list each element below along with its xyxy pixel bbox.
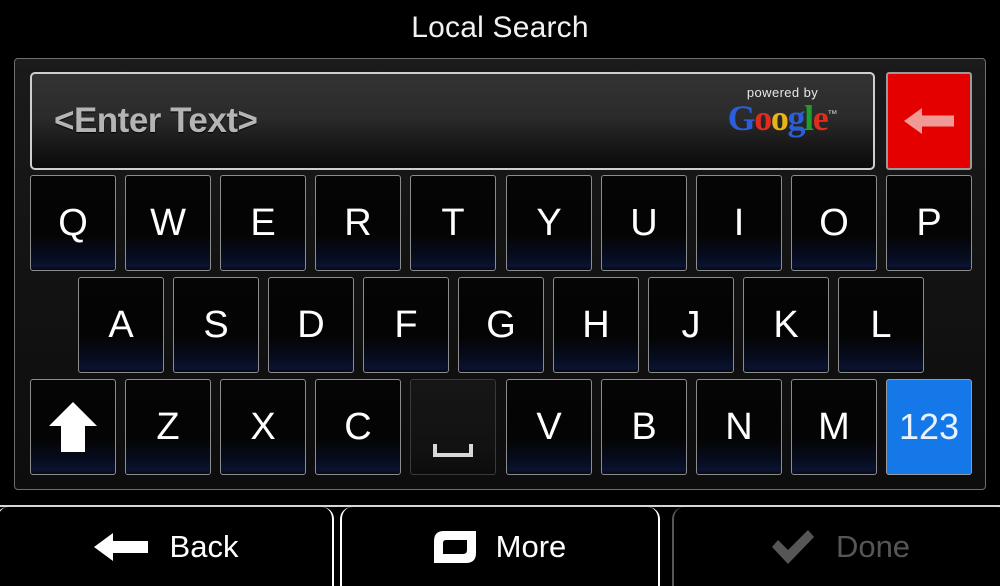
key-label: E — [250, 202, 276, 244]
spacebar-underscore-icon — [433, 444, 473, 457]
key-t[interactable]: T — [410, 175, 496, 271]
shift-up-arrow-icon — [49, 402, 97, 452]
backspace-key[interactable] — [886, 72, 972, 170]
google-brand: powered by Google™ — [720, 86, 845, 136]
search-input-value: <Enter Text> — [54, 101, 258, 140]
checkmark-icon — [770, 529, 816, 565]
back-button[interactable]: Back — [0, 507, 334, 586]
key-x[interactable]: X — [220, 379, 306, 475]
search-input[interactable]: <Enter Text> powered by Google™ — [30, 72, 875, 170]
keyboard-row-1: QWERTYUIOP — [30, 175, 972, 271]
page-title: Local Search — [411, 11, 589, 44]
numeric-mode-key-label: 123 — [898, 406, 960, 447]
google-logo-letter-g1: G — [727, 98, 756, 138]
key-label: W — [150, 202, 186, 244]
key-label: O — [819, 202, 849, 244]
back-arrow-icon — [92, 530, 150, 564]
more-button-label: More — [495, 529, 567, 564]
key-label: Y — [536, 202, 562, 244]
key-u[interactable]: U — [601, 175, 687, 271]
key-w[interactable]: W — [125, 175, 211, 271]
done-button[interactable]: Done — [672, 507, 1000, 586]
google-logo-letter-o1: o — [754, 98, 772, 138]
key-label: H — [582, 304, 610, 346]
key-o[interactable]: O — [791, 175, 877, 271]
key-label: Z — [156, 406, 180, 448]
key-b[interactable]: B — [601, 379, 687, 475]
key-label: T — [441, 202, 465, 244]
keyboard-row-3: Z X C V B N M 123 — [30, 379, 972, 475]
more-options-icon — [433, 530, 476, 563]
key-label: B — [631, 406, 657, 448]
key-label: X — [250, 406, 276, 448]
key-label: P — [916, 202, 942, 244]
key-label: G — [486, 304, 516, 346]
shift-key[interactable] — [30, 379, 116, 475]
title-bar: Local Search — [0, 0, 1000, 56]
key-p[interactable]: P — [886, 175, 972, 271]
key-l[interactable]: L — [838, 277, 924, 373]
done-button-label: Done — [835, 529, 911, 564]
key-q[interactable]: Q — [30, 175, 116, 271]
more-button[interactable]: More — [340, 507, 660, 586]
keyboard-row-2: ASDFGHJKL — [78, 277, 924, 373]
google-logo-letter-g2: g — [787, 98, 806, 138]
key-label: A — [108, 304, 134, 346]
google-logo: Google™ — [720, 100, 845, 136]
search-row: <Enter Text> powered by Google™ — [30, 72, 972, 170]
key-label: J — [681, 304, 701, 346]
key-y[interactable]: Y — [506, 175, 592, 271]
trademark-symbol: ™ — [827, 109, 838, 120]
key-s[interactable]: S — [173, 277, 259, 373]
key-m[interactable]: M — [791, 379, 877, 475]
key-g[interactable]: G — [458, 277, 544, 373]
key-r[interactable]: R — [315, 175, 401, 271]
key-a[interactable]: A — [78, 277, 164, 373]
google-logo-letter-l: l — [804, 98, 814, 138]
google-logo-letter-e: e — [812, 98, 829, 138]
key-v[interactable]: V — [506, 379, 592, 475]
key-label: M — [818, 406, 850, 448]
key-label: L — [870, 304, 892, 346]
keyboard-panel: <Enter Text> powered by Google™ Q W E R T Y U I… — [14, 58, 986, 490]
back-button-label: Back — [169, 529, 239, 564]
numeric-mode-key[interactable]: 123 — [886, 379, 972, 475]
local-search-screen: Local Search <Enter Text> powered by Goo… — [0, 0, 1000, 586]
key-label: I — [733, 202, 745, 244]
backspace-arrow-icon — [904, 108, 954, 134]
bottom-toolbar: Back More Done — [0, 507, 1000, 586]
key-c[interactable]: C — [315, 379, 401, 475]
key-label: S — [203, 304, 229, 346]
key-label: C — [344, 406, 372, 448]
key-n[interactable]: N — [696, 379, 782, 475]
key-k[interactable]: K — [743, 277, 829, 373]
key-label: U — [630, 202, 658, 244]
key-label: V — [536, 406, 562, 448]
google-logo-letter-o2: o — [770, 98, 789, 138]
key-label: Q — [58, 202, 88, 244]
key-label: K — [773, 304, 799, 346]
key-label: R — [344, 202, 372, 244]
key-h[interactable]: H — [553, 277, 639, 373]
key-d[interactable]: D — [268, 277, 354, 373]
key-label: N — [725, 406, 753, 448]
key-j[interactable]: J — [648, 277, 734, 373]
space-key[interactable] — [410, 379, 496, 475]
key-label: D — [297, 304, 325, 346]
key-i[interactable]: I — [696, 175, 782, 271]
key-f[interactable]: F — [363, 277, 449, 373]
key-z[interactable]: Z — [125, 379, 211, 475]
key-e[interactable]: E — [220, 175, 306, 271]
key-label: F — [394, 304, 418, 346]
